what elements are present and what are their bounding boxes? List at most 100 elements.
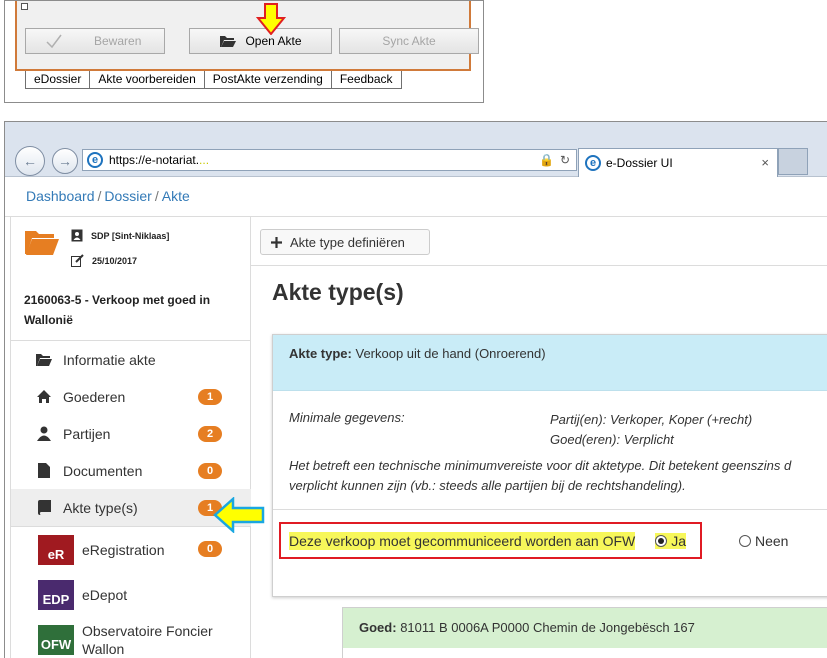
left-arrow-icon [213,497,265,533]
radio-button-checked[interactable] [655,534,668,547]
tab-feedback[interactable]: Feedback [330,71,402,89]
ie-logo-icon: e [585,155,601,171]
ofw-logo: OFW [38,624,74,655]
breadcrumb-dashboard[interactable]: Dashboard [26,188,95,204]
open-akte-label: Open Akte [245,34,302,48]
folder-open-icon [220,36,237,47]
heading-value: Verkoop uit de hand (Onroerend) [355,346,546,361]
user-icon [35,426,53,442]
desktop-app-panel: Bewaren Open Akte Sync Akte eDossier Akt… [4,0,484,103]
sidebar-item-label: eRegistration [82,541,165,558]
home-icon [35,389,53,405]
eregistration-logo: eR [38,534,74,565]
radio-button[interactable] [739,535,751,547]
akte-type-heading: Akte type: Verkoop uit de hand (Onroeren… [273,335,827,391]
minimal-goods: Goed(eren): Verplicht [550,432,674,447]
sidebar-item-documenten[interactable]: Documenten 0 [11,452,251,489]
radio-neen-label: Neen [755,533,789,549]
file-icon [35,463,53,479]
sync-akte-label: Sync Akte [382,34,436,48]
address-bar[interactable]: e https://e-notariat.... 🔒 ↻ [82,149,577,171]
book-icon [35,500,53,516]
button-label: Akte type definiëren [290,234,405,250]
browser-tab-edossier[interactable]: e e-Dossier UI × [578,148,778,177]
goed-panel: Goed: 81011 B 0006A P0000 Chemin de Jong… [342,607,827,658]
radio-neen[interactable]: Neen [739,533,788,549]
bewaren-label: Bewaren [94,34,142,48]
url-text: https://e-notariat.... [109,153,210,167]
sidebar-item-label: Documenten [63,462,143,479]
office-name: SDP [Sint-Niklaas] [91,230,170,241]
dossier-title: 2160063-5 - Verkoop met goed in Wallonië [24,293,211,327]
folder-open-icon [25,231,59,255]
description-text: Het betreft een technische minimumvereis… [289,458,792,493]
edepot-logo: EDP [38,579,74,610]
sync-akte-button[interactable]: Sync Akte [339,28,479,54]
sidebar-item-label: Informatie akte [63,351,156,368]
down-arrow-icon [256,3,286,35]
divider [251,265,827,266]
forward-button[interactable]: → [52,148,78,174]
browser-chrome: ← → e https://e-notariat.... 🔒 ↻ e e-Dos… [5,122,827,177]
sidebar-item-label: Partijen [63,425,111,442]
sidebar-item-edepot[interactable]: EDP eDepot [11,572,251,617]
radio-ja-label: Ja [671,532,687,549]
sidebar-item-informatie-akte[interactable]: Informatie akte [11,341,251,378]
checkmark-icon [46,34,62,48]
sidebar-item-label: Goederen [63,388,126,405]
count-badge: 2 [198,426,222,442]
radio-ja[interactable]: Ja [655,532,687,549]
count-badge: 0 [198,541,222,557]
edit-icon [71,254,84,267]
folder-open-icon [35,352,53,368]
ie-logo-icon: e [87,152,103,168]
minimal-data-values: Partij(en): Verkoper, Koper (+recht) Goe… [550,410,752,450]
sidebar-item-label: Akte type(s) [63,499,138,516]
date-row: 25/10/2017 [71,254,137,267]
sidebar-item-ofw[interactable]: OFW Observatoire Foncier Wallon [11,617,251,658]
akte-type-definieren-button[interactable]: Akte type definiëren [260,229,430,255]
heading-label: Akte type: [289,346,352,361]
count-badge: 0 [198,463,222,479]
tab-edossier[interactable]: eDossier [25,71,91,89]
tab-akte-voorbereiden[interactable]: Akte voorbereiden [89,71,205,89]
dossier-date: 25/10/2017 [92,255,138,266]
browser-window: ← → e https://e-notariat.... 🔒 ↻ e e-Dos… [4,121,827,658]
sidebar-item-goederen[interactable]: Goederen 1 [11,378,251,415]
bewaren-button[interactable]: Bewaren [25,28,165,54]
tab-postakte-verzending[interactable]: PostAkte verzending [203,71,332,89]
plus-icon [271,236,282,248]
breadcrumb-dossier[interactable]: Dossier [104,188,151,204]
breadcrumb-akte[interactable]: Akte [162,188,190,204]
arrow-right-icon: → [58,153,72,169]
refresh-icon[interactable]: ↻ [560,153,570,167]
sidebar-item-label: Observatoire Foncier Wallon [82,622,213,657]
sidebar-item-eregistration[interactable]: eR eRegistration 0 [11,527,251,572]
sidebar-item-label: eDepot [82,586,128,603]
akte-type-panel: Akte type: Verkoop uit de hand (Onroeren… [272,334,827,597]
sidebar: SDP [Sint-Niklaas] 25/10/2017 2160063-5 … [10,217,251,658]
heading-label: Goed: [359,620,397,635]
toolbar-area: Bewaren Open Akte Sync Akte [15,1,479,71]
sidebar-item-partijen[interactable]: Partijen 2 [11,415,251,452]
checkbox[interactable] [21,3,28,10]
lock-icon: 🔒 [538,153,554,167]
minimal-parties: Partij(en): Verkoper, Koper (+recht) [550,412,753,427]
arrow-left-icon: ← [23,153,37,169]
web-content: Dashboard / Dossier / Akte SDP [Sint-Niklaas… [5,177,827,658]
close-icon[interactable]: × [761,155,769,170]
page-title: Akte type(s) [272,279,404,305]
count-badge: 1 [198,389,222,405]
office-row: SDP [Sint-Niklaas] [71,229,169,242]
ofw-question-label: Deze verkoop moet gecommuniceerd worden … [289,531,636,550]
minimal-data-label: Minimale gegevens: [289,410,405,425]
breadcrumb: Dashboard / Dossier / Akte [5,177,827,217]
app-tab-bar: eDossier Akte voorbereiden PostAkte verz… [25,71,402,89]
tab-title: e-Dossier UI [606,156,673,170]
ofw-question-row: Deze verkoop moet gecommuniceerd worden … [279,522,702,559]
contact-card-icon [71,229,83,242]
new-tab-button[interactable] [778,148,808,175]
back-button[interactable]: ← [15,146,45,176]
heading-value: 81011 B 0006A P0000 Chemin de Jongebësch… [400,620,695,635]
divider [273,509,827,510]
